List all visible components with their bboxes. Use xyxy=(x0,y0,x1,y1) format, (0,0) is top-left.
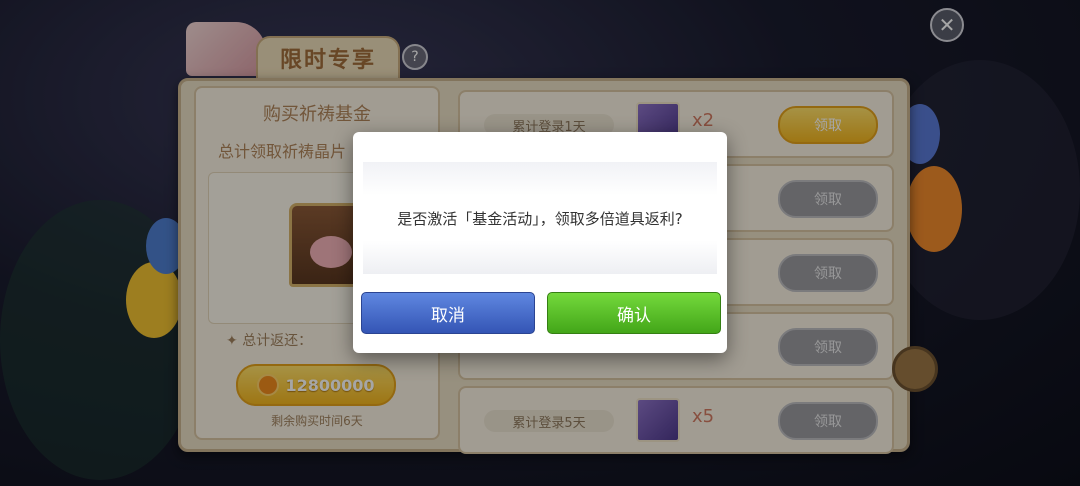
confirm-dialog: 是否激活「基金活动」，领取多倍道具返利? 取消 确认 xyxy=(353,132,727,353)
dialog-message: 是否激活「基金活动」，领取多倍道具返利? xyxy=(363,162,717,274)
confirm-button[interactable]: 确认 xyxy=(547,292,721,334)
cancel-button[interactable]: 取消 xyxy=(361,292,535,334)
